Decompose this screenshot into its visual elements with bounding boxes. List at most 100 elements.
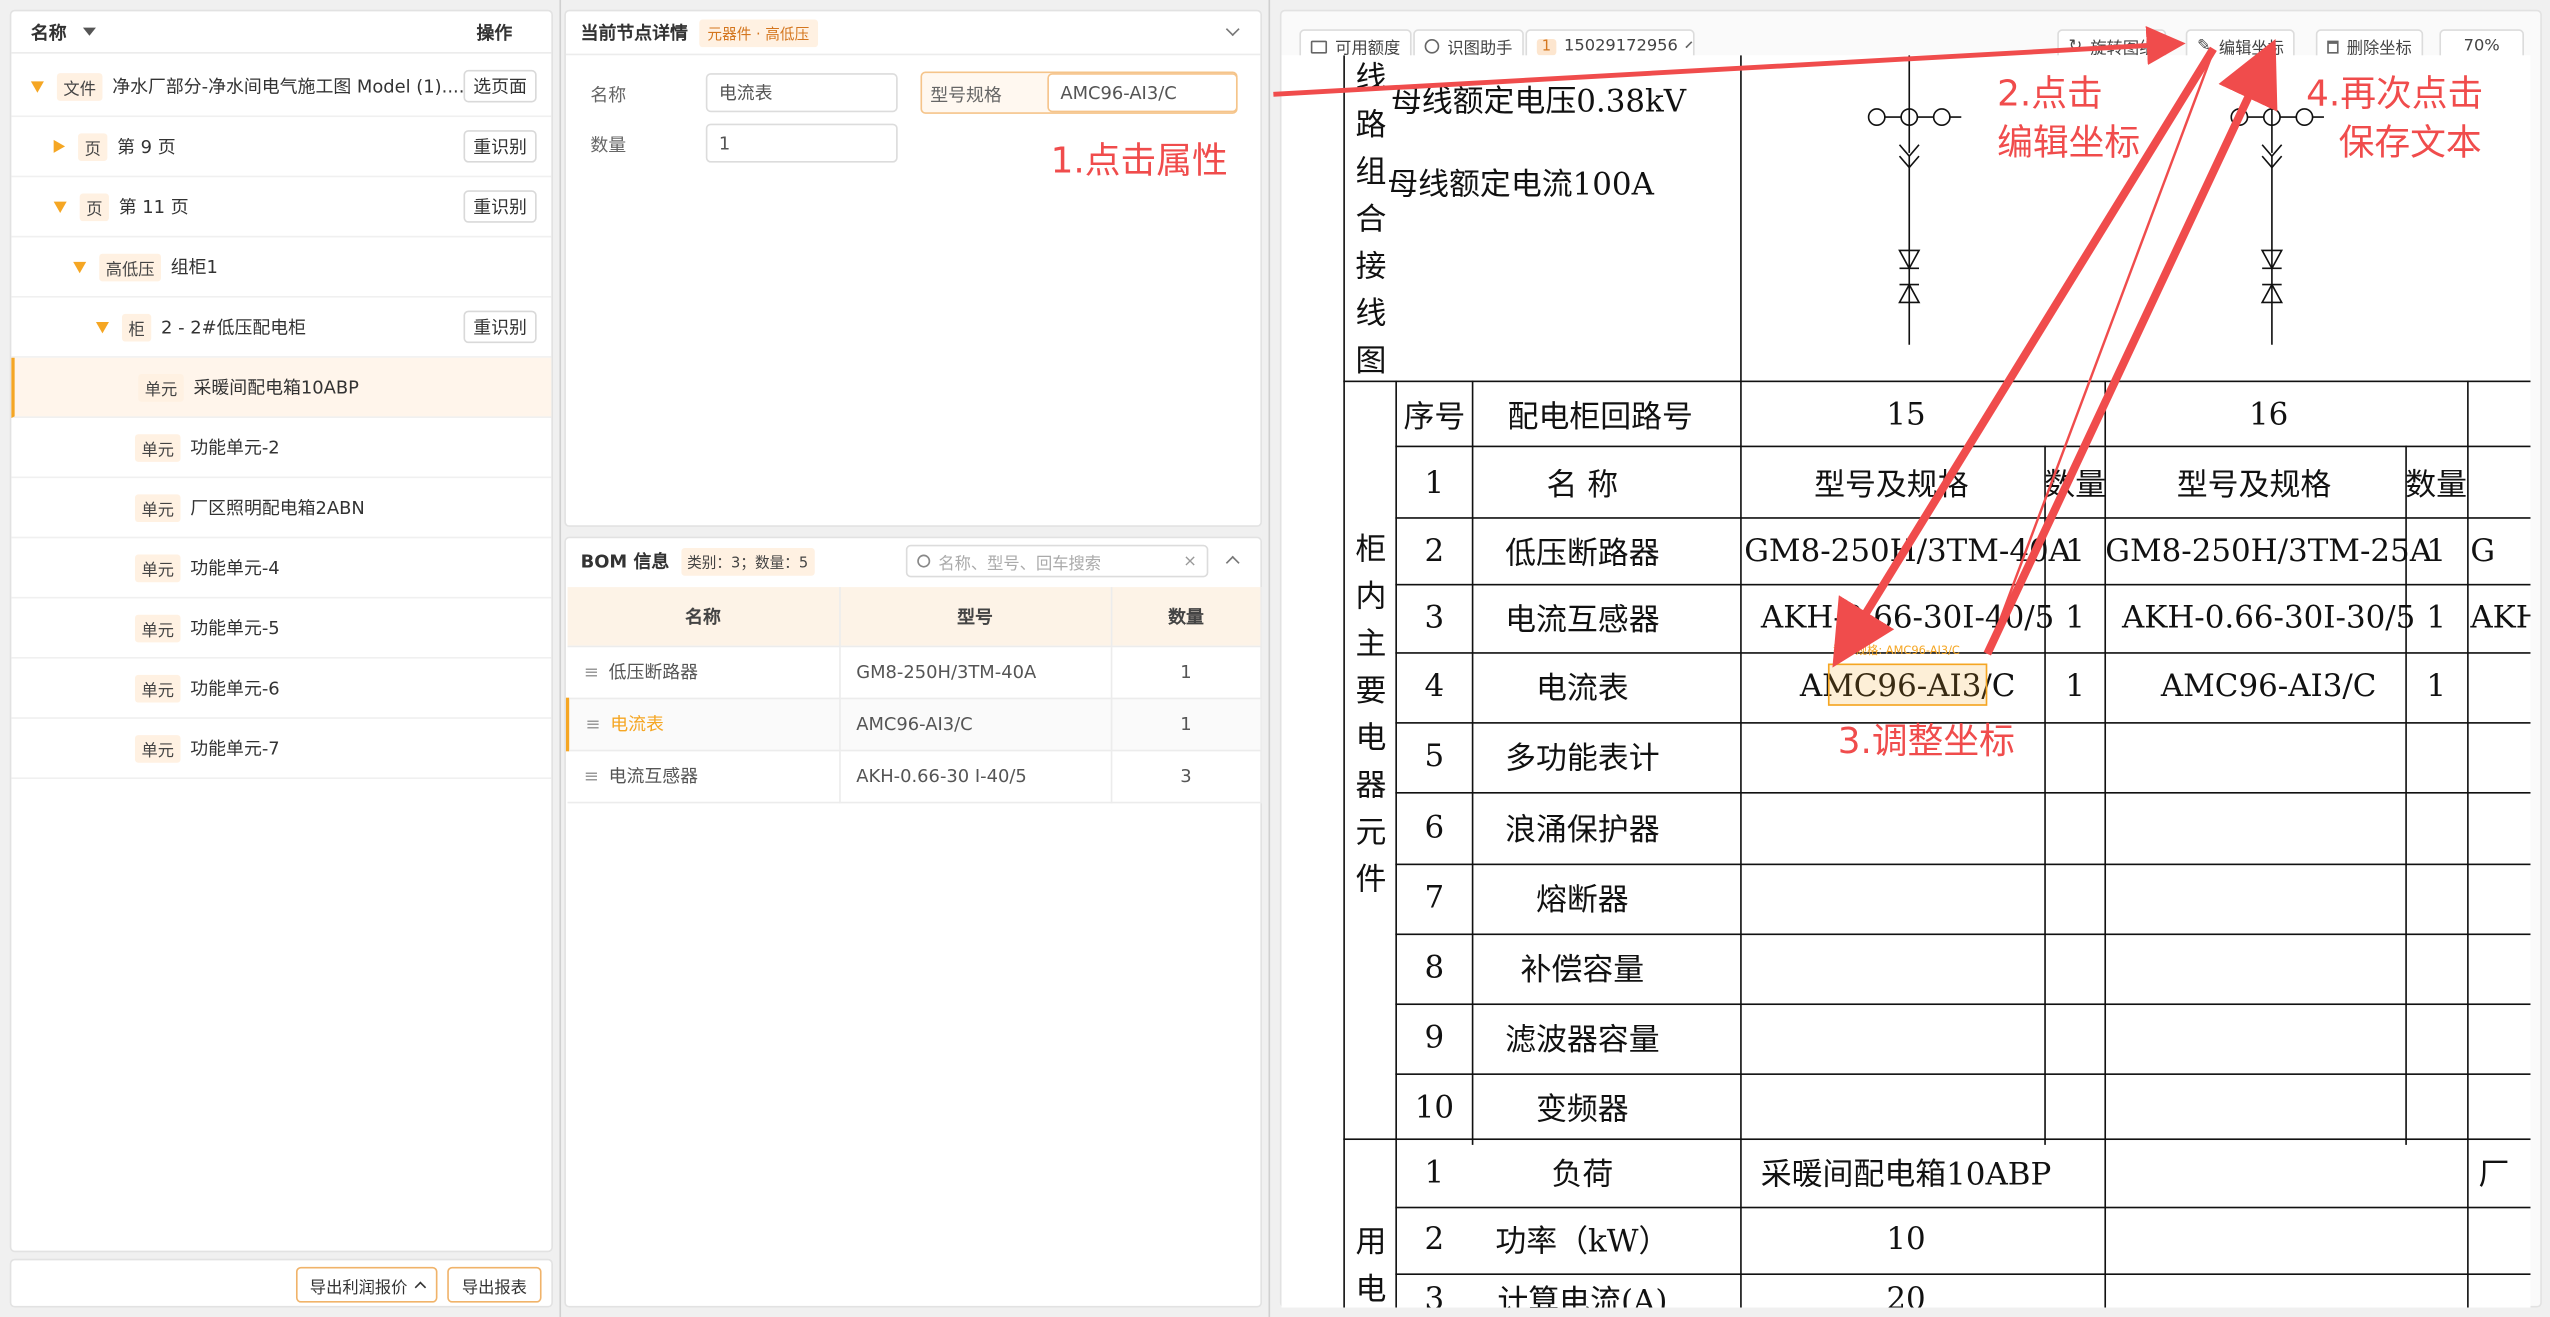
use-row-number: 2 [1424, 1221, 1445, 1258]
tree-row[interactable]: 单元 功能单元-4 [11, 538, 552, 599]
row-number: 7 [1424, 879, 1445, 916]
node-label: 第 11 页 [118, 196, 189, 218]
node-type-tag: 页 [79, 192, 109, 221]
circuit-16: 16 [2248, 396, 2289, 433]
drag-handle-icon[interactable]: ≡ [585, 714, 600, 735]
component-name: 低压断路器 [1505, 535, 1660, 572]
chevron-down-icon [1685, 40, 1692, 48]
drag-handle-icon[interactable]: ≡ [584, 766, 599, 787]
node-label: 功能单元-2 [190, 437, 280, 459]
rotate-icon: ↻ [2068, 37, 2083, 56]
account-number: 15029172956 [1564, 37, 1678, 56]
expand-caret-icon[interactable] [95, 321, 109, 333]
tree-row[interactable]: 柜 2 - 2#低压配电柜 重识别 [11, 298, 552, 358]
row-number: 8 [1424, 949, 1445, 986]
panel-splitter[interactable] [559, 0, 562, 1317]
qty-field[interactable]: 1 [705, 123, 898, 163]
drawing-canvas[interactable]: 线路组合接线图 柜内主要电器元件 用电 母线额定电压0.38kV 母线额定电流1… [1281, 55, 2531, 1308]
side-label-wiring: 线路组合接线图 [1355, 60, 1387, 379]
use-row-value: 采暖间配电箱10ABP [1760, 1157, 2052, 1193]
component-name: 电流表 [1536, 670, 1629, 707]
qty-header-16: 数量 [2405, 467, 2468, 504]
bom-qty-cell: 1 [1110, 697, 1262, 751]
node-type-tag: 页 [78, 132, 108, 161]
spec-header-16: 型号及规格 [2176, 467, 2332, 504]
node-type-tag: 文件 [56, 72, 103, 101]
expand-caret-icon[interactable] [53, 200, 67, 213]
bom-collapse-icon[interactable] [1225, 555, 1240, 570]
node-action-button[interactable]: 选页面 [463, 69, 537, 103]
node-label: 功能单元-4 [190, 557, 280, 579]
highlight-box[interactable] [1827, 663, 1988, 706]
tree-row[interactable]: 高低压 组柜1 [11, 237, 552, 298]
row-number: 5 [1424, 738, 1445, 775]
bom-name: 电流互感器 [608, 765, 699, 788]
clear-icon[interactable]: × [1183, 552, 1197, 570]
side-label-usage: 用电 [1355, 1224, 1387, 1308]
tree-row[interactable]: 单元 功能单元-5 [11, 598, 552, 659]
bom-model-cell: AMC96-AI3/C [839, 697, 1112, 751]
circuit-symbol-15 [1867, 55, 1962, 345]
spec-16: GM8-250H/3TM-25A [2105, 533, 2433, 570]
expand-caret-icon[interactable] [73, 261, 87, 273]
node-type-tag: 单元 [134, 674, 181, 702]
sort-down-icon[interactable] [82, 27, 96, 36]
node-action-button[interactable]: 重识别 [463, 130, 537, 163]
node-label: 组柜1 [170, 256, 218, 279]
tree-row[interactable]: 单元 厂区照明配电箱2ABN [11, 478, 552, 539]
expand-caret-icon[interactable] [53, 139, 66, 153]
node-action-button[interactable]: 重识别 [463, 310, 537, 344]
node-action-button[interactable]: 重识别 [463, 190, 537, 223]
qty-15: 1 [2065, 533, 2085, 570]
bom-row[interactable]: ≡ 电流互感器 AKH-0.66-30 I-40/5 3 [567, 749, 1262, 803]
circuit-15: 15 [1886, 396, 1926, 433]
node-type-tag: 单元 [134, 734, 181, 762]
bom-search-input[interactable]: 名称、型号、回车搜索 × [905, 544, 1209, 578]
use-row-name: 计算电流(A) [1497, 1283, 1668, 1308]
component-name: 补偿容量 [1520, 952, 1645, 988]
bom-row[interactable]: ≡ 低压断路器 GM8-250H/3TM-40A 1 [567, 645, 1262, 699]
use-row-value: 10 [1886, 1221, 1926, 1258]
chevron-up-icon [413, 1281, 426, 1293]
node-type-tag: 单元 [134, 613, 181, 642]
bom-qty-cell: 1 [1110, 645, 1262, 699]
spec-field[interactable]: AMC96-AI3/C [1047, 73, 1238, 113]
tree-row[interactable]: 页第 9 页 重识别 [11, 117, 552, 178]
use-row-value: 20 [1886, 1281, 1926, 1308]
node-label: 厂区照明配电箱2ABN [190, 497, 365, 519]
tree-row[interactable]: 文件 净水厂部分-净水间电气施工图 Model (1).... 选页面 [11, 57, 552, 118]
spec-15: AKH-0.66-30Ⅰ-40/5 [1760, 600, 2055, 636]
app-root: 名称 操作 文件 净水厂部分-净水间电气施工图 Model (1).... 选页面页… [0, 0, 2550, 1317]
qty-16: 1 [2426, 668, 2447, 705]
node-label: 第 9 页 [117, 136, 176, 158]
component-name: 多功能表计 [1505, 740, 1660, 777]
tree-row[interactable]: 页第 11 页 重识别 [11, 177, 552, 238]
name-field[interactable]: 电流表 [705, 73, 898, 113]
bom-model-cell: AKH-0.66-30 I-40/5 [839, 749, 1112, 803]
export-profit-quote-button[interactable]: 导出利润报价 [295, 1266, 438, 1303]
qty-16: 1 [2426, 600, 2447, 636]
tree-row[interactable]: 单元 功能单元-7 [11, 719, 552, 779]
tree-row[interactable]: 单元 采暖间配电箱10ABP [11, 357, 552, 418]
spec-16: AKH-0.66-30Ⅰ-30/5 [2121, 600, 2416, 636]
expand-caret-icon[interactable] [30, 80, 44, 92]
annotation-step-1: 1.点击属性 [1050, 141, 1228, 183]
component-name: 滤波器容量 [1505, 1022, 1660, 1058]
annotation-step-4-line2: 保存文本 [2338, 123, 2482, 165]
drag-handle-icon[interactable]: ≡ [584, 662, 599, 683]
component-name: 浪涌保护器 [1505, 812, 1660, 849]
node-label: 采暖间配电箱10ABP [193, 377, 359, 399]
tree-row[interactable]: 单元 功能单元-6 [11, 659, 552, 719]
spec-property[interactable]: 型号规格 AMC96-AI3/C [920, 71, 1238, 114]
export-report-button[interactable]: 导出报表 [447, 1266, 542, 1303]
use-row-name: 负荷 [1551, 1157, 1614, 1193]
panel-splitter[interactable] [1268, 0, 1271, 1317]
row-number: 9 [1424, 1019, 1445, 1056]
bom-row[interactable]: ≡ 电流表 AMC96-AI3/C 1 [565, 697, 1262, 751]
node-label: 功能单元-5 [190, 617, 280, 640]
collapse-chevron-icon[interactable] [1225, 22, 1240, 37]
tree-row[interactable]: 单元 功能单元-2 [11, 418, 552, 479]
circuit-header: 配电柜回路号 [1507, 399, 1693, 436]
detail-title: 当前节点详情 [580, 22, 688, 44]
edit-icon: ✎ [2197, 37, 2211, 56]
